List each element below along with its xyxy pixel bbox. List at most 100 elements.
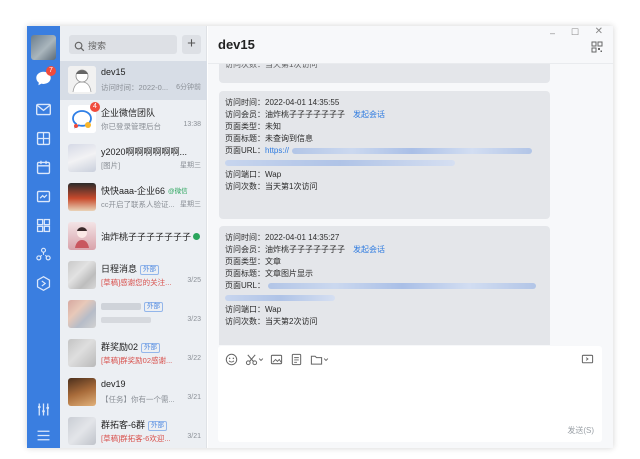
conversation-name: 油炸桃子子子子子子子 [101, 230, 201, 243]
avatar [68, 222, 96, 250]
conversation-time: 3/21 [187, 394, 201, 401]
calendar-icon[interactable] [35, 159, 52, 176]
visit-count-line: 访问次数：当天第1次访问 [225, 181, 544, 193]
contacts-icon[interactable] [35, 246, 52, 263]
blurred-url-continuation [225, 295, 335, 301]
avatar [68, 378, 96, 406]
avatar [68, 144, 96, 172]
draft-preview: [草稿]感谢您的关注... [101, 278, 172, 287]
add-button[interactable]: + [182, 35, 201, 54]
conversation-item-youzha[interactable]: 油炸桃子子子子子子子 [60, 217, 207, 256]
external-tag: 外部 [148, 421, 168, 431]
conversation-list: 搜索 + dev15 访问时间：2022-0... 6分钟前 4 企业微信团队 … [60, 26, 207, 448]
chevron-down-icon[interactable] [323, 353, 329, 366]
field-value: 当天第1次访问 [265, 182, 318, 191]
conversation-item-dev19[interactable]: dev19 【任务】你有一个需... 3/21 [60, 373, 207, 412]
field-value: 文章图片显示 [265, 269, 313, 278]
conversation-item-group-reward[interactable]: 群奖励02 外部 [草稿]群奖励02感谢... 3/22 [60, 334, 207, 373]
field-label: 页面标题： [225, 269, 265, 278]
maximize-button[interactable]: ☐ [571, 27, 579, 38]
image-icon[interactable] [270, 353, 283, 366]
conversation-name: dev19 [101, 379, 126, 389]
message-card: 访问时间：2022-04-01 14:35:27 访问会员：油炸桃子子子子子子子… [219, 226, 550, 345]
conversation-time: 6分钟前 [176, 84, 201, 91]
scissors-icon[interactable] [245, 353, 258, 366]
conversation-preview: 访问时间：2022-0... [101, 83, 169, 92]
draft-preview: [草稿]群拓客-6欢迎... [101, 434, 171, 443]
more-grid-icon[interactable] [591, 40, 603, 53]
field-label: 页面URL： [225, 281, 266, 290]
field-value: 油炸桃子子子子子子子 [265, 110, 345, 119]
avatar [68, 339, 96, 367]
wechat-tag: @微信 [168, 188, 188, 195]
field-value: 油炸桃子子子子子子子 [265, 245, 345, 254]
file-icon[interactable] [290, 353, 303, 366]
emoji-icon[interactable] [225, 353, 238, 366]
conversation-time: 星期三 [180, 201, 201, 208]
message-card-partial: 访问次数：当天第1次访问 [219, 64, 550, 83]
page-type-line: 页面类型：未知 [225, 121, 544, 133]
field-label: 访问次数： [225, 182, 265, 191]
conversation-name: 群奖励02 外部 [101, 340, 161, 353]
message-card: 访问时间：2022-04-01 14:35:55 访问会员：油炸桃子子子子子子子… [219, 91, 550, 219]
close-button[interactable]: ✕ [595, 26, 603, 37]
message-composer[interactable]: 发送(S) [218, 346, 602, 442]
conversation-preview [101, 316, 151, 325]
search-icon [74, 39, 85, 52]
chevron-down-icon[interactable] [258, 353, 264, 366]
visit-time-line: 访问时间：2022-04-01 14:35:27 [225, 232, 544, 244]
avatar [68, 300, 96, 328]
conversation-preview: [图片] [101, 161, 121, 170]
conversation-item-kuaikuai[interactable]: 快快aaa-企业66 @微信 cc开启了联系人验证... 星期三 [60, 178, 207, 217]
field-label: 访问时间： [225, 98, 265, 107]
page-url-line: 页面URL：https:// [225, 145, 544, 157]
chat-unread-badge: 7 [46, 66, 56, 76]
field-value: 2022-04-01 14:35:55 [265, 98, 340, 107]
start-chat-link[interactable]: 发起会话 [353, 245, 385, 254]
start-chat-link[interactable]: 发起会话 [353, 110, 385, 119]
conversation-name: y2020啊啊啊啊啊啊... [101, 147, 188, 157]
conversation-time: 3/23 [187, 316, 201, 323]
visit-member-line: 访问会员：油炸桃子子子子子子子 发起会话 [225, 109, 544, 121]
page-type-line: 页面类型：文章 [225, 256, 544, 268]
send-button[interactable]: 发送(S) [567, 425, 594, 436]
page-url-link[interactable]: https:// [265, 146, 289, 155]
avatar [68, 417, 96, 445]
conversation-time: 星期三 [180, 162, 201, 169]
docs-icon[interactable] [35, 130, 52, 147]
field-label: 访问会员： [225, 245, 265, 254]
search-input[interactable]: 搜索 [69, 35, 177, 54]
conversation-item-dev15[interactable]: dev15 访问时间：2022-0... 6分钟前 [60, 61, 207, 100]
field-value: 未知 [265, 122, 281, 131]
conversation-item-blurred[interactable]: 外部 3/23 [60, 295, 207, 334]
mail-icon[interactable] [35, 101, 52, 118]
settings-icon[interactable] [35, 401, 52, 418]
hexagon-icon[interactable] [35, 275, 52, 292]
minimize-button[interactable]: – [550, 28, 555, 38]
user-avatar[interactable] [31, 35, 56, 60]
conversation-item-y2020[interactable]: y2020啊啊啊啊啊啊... [图片] 星期三 [60, 139, 207, 178]
field-value: 未查询到信息 [265, 134, 313, 143]
external-tag: 外部 [144, 302, 163, 312]
conversation-name: 企业微信团队 [101, 108, 156, 118]
conversation-name: 快快aaa-企业66 @微信 [101, 184, 188, 197]
visit-member-line: 访问会员：油炸桃子子子子子子子 发起会话 [225, 244, 544, 256]
menu-icon[interactable] [35, 427, 52, 444]
folder-icon[interactable] [310, 353, 323, 366]
conversation-name: dev15 [101, 67, 126, 77]
conversation-time: 3/25 [187, 277, 201, 284]
feedback-icon[interactable] [581, 353, 594, 366]
conversation-item-schedule[interactable]: 日程消息 外部 [草稿]感谢您的关注... 3/25 [60, 256, 207, 295]
conversation-name-text: 日程消息 [101, 264, 138, 274]
apps-icon[interactable] [35, 217, 52, 234]
page-title-line: 页面标题：未查询到信息 [225, 133, 544, 145]
conversation-name-text: 群奖励02 [101, 342, 139, 352]
conversation-item-group-tuoke[interactable]: 群拓客-6群 外部 [草稿]群拓客-6欢迎... 3/21 [60, 412, 207, 448]
message-area[interactable]: 访问次数：当天第1次访问 访问时间：2022-04-01 14:35:55 访问… [208, 63, 613, 345]
conversation-item-wecom-team[interactable]: 4 企业微信团队 你已登录管理后台 13:38 [60, 100, 207, 139]
conversation-time: 3/21 [187, 433, 201, 440]
blurred-preview [101, 317, 151, 323]
conversation-name-text: 油炸桃子子子子子子子 [101, 232, 192, 242]
field-label: 访问时间： [225, 233, 265, 242]
workbench-icon[interactable] [35, 188, 52, 205]
